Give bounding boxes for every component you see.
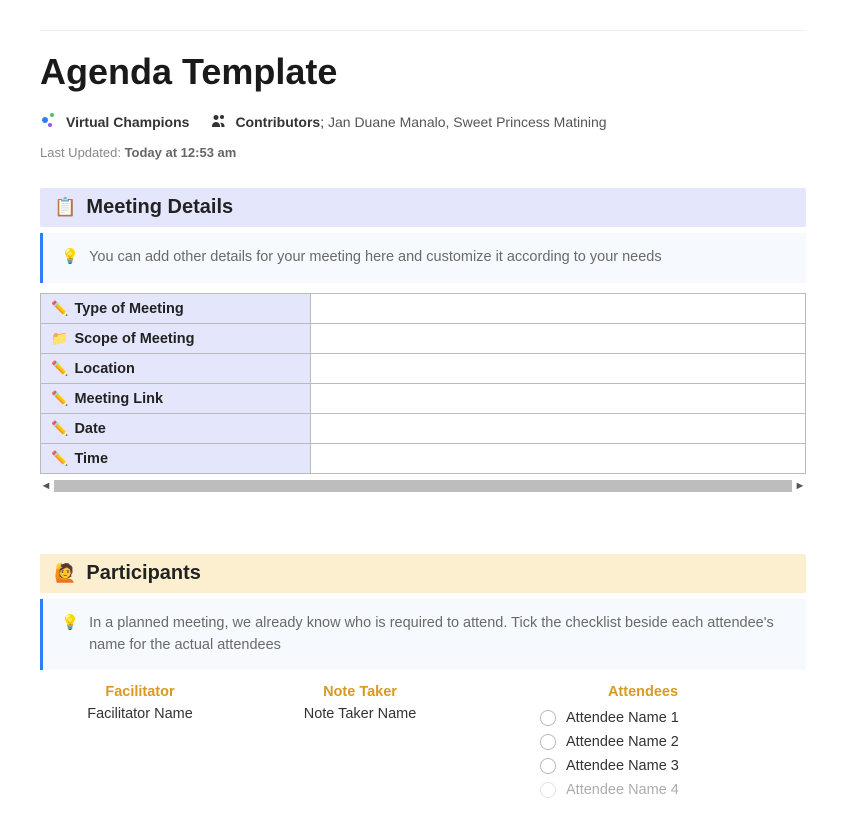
- last-updated: Last Updated: Today at 12:53 am: [40, 145, 806, 160]
- pencil-icon: ✏️: [51, 450, 68, 466]
- contributors-list[interactable]: Jan Duane Manalo, Sweet Princess Matinin…: [328, 114, 607, 130]
- attendee-checkbox[interactable]: [540, 782, 556, 798]
- note-taker-header: Note Taker: [260, 684, 460, 700]
- clipboard-icon: 📋: [54, 197, 76, 218]
- table-row: ✏️ Location: [41, 353, 806, 383]
- field-label: Location: [74, 361, 134, 377]
- attendees-column: Attendees Attendee Name 1 Attendee Name 2…: [480, 684, 806, 802]
- field-value-cell[interactable]: [311, 353, 806, 383]
- raising-hand-icon: 🙋: [54, 563, 76, 584]
- field-label: Type of Meeting: [74, 301, 183, 317]
- scroll-left-arrow[interactable]: ◄: [40, 480, 52, 492]
- attendee-row: Attendee Name 1: [540, 706, 806, 730]
- attendee-name[interactable]: Attendee Name 1: [566, 710, 679, 726]
- field-label-cell[interactable]: 📁 Scope of Meeting: [41, 323, 311, 353]
- pencil-icon: ✏️: [51, 300, 68, 316]
- facilitator-value[interactable]: Facilitator Name: [40, 706, 240, 722]
- workspace-name[interactable]: Virtual Champions: [66, 114, 189, 130]
- note-taker-value[interactable]: Note Taker Name: [260, 706, 460, 722]
- attendee-checkbox[interactable]: [540, 734, 556, 750]
- field-label-cell[interactable]: ✏️ Meeting Link: [41, 383, 311, 413]
- meeting-details-tip[interactable]: 💡 You can add other details for your mee…: [40, 233, 806, 283]
- meeting-details-tip-text: You can add other details for your meeti…: [89, 247, 662, 269]
- workspace-icon: [40, 113, 58, 131]
- attendee-name[interactable]: Attendee Name 2: [566, 734, 679, 750]
- last-updated-value: Today at 12:53 am: [125, 145, 237, 160]
- pencil-icon: ✏️: [51, 390, 68, 406]
- field-value-cell[interactable]: [311, 443, 806, 473]
- folder-icon: 📁: [51, 330, 68, 346]
- field-value-cell[interactable]: [311, 293, 806, 323]
- attendees-header: Attendees: [480, 684, 806, 700]
- top-divider: [40, 30, 806, 31]
- field-label: Scope of Meeting: [74, 331, 194, 347]
- attendee-checkbox[interactable]: [540, 758, 556, 774]
- participants-section: 🙋 Participants 💡 In a planned meeting, w…: [40, 554, 806, 803]
- note-taker-column: Note Taker Note Taker Name: [260, 684, 460, 802]
- scroll-right-arrow[interactable]: ►: [794, 480, 806, 492]
- pencil-icon: ✏️: [51, 420, 68, 436]
- table-row: 📁 Scope of Meeting: [41, 323, 806, 353]
- facilitator-column: Facilitator Facilitator Name: [40, 684, 240, 802]
- participants-header[interactable]: 🙋 Participants: [40, 554, 806, 593]
- facilitator-header: Facilitator: [40, 684, 240, 700]
- attendee-checkbox[interactable]: [540, 710, 556, 726]
- field-value-cell[interactable]: [311, 383, 806, 413]
- page-title[interactable]: Agenda Template: [40, 51, 806, 93]
- field-value-cell[interactable]: [311, 413, 806, 443]
- field-label: Meeting Link: [74, 391, 163, 407]
- field-label-cell[interactable]: ✏️ Type of Meeting: [41, 293, 311, 323]
- contributors-icon: [211, 114, 227, 131]
- table-row: ✏️ Meeting Link: [41, 383, 806, 413]
- field-value-cell[interactable]: [311, 323, 806, 353]
- last-updated-label: Last Updated:: [40, 145, 121, 160]
- bulb-icon: 💡: [61, 247, 79, 269]
- contributors-label: Contributors: [235, 114, 320, 130]
- meeting-details-section: 📋 Meeting Details 💡 You can add other de…: [40, 188, 806, 494]
- participants-title: Participants: [86, 562, 200, 585]
- attendee-row: Attendee Name 3: [540, 754, 806, 778]
- field-label-cell[interactable]: ✏️ Location: [41, 353, 311, 383]
- meta-row: Virtual Champions Contributors; Jan Duan…: [40, 113, 806, 131]
- field-label-cell[interactable]: ✏️ Date: [41, 413, 311, 443]
- meeting-details-title: Meeting Details: [86, 196, 233, 219]
- attendee-name[interactable]: Attendee Name 4: [566, 782, 679, 798]
- attendee-row: Attendee Name 2: [540, 730, 806, 754]
- table-row: ✏️ Date: [41, 413, 806, 443]
- field-label-cell[interactable]: ✏️ Time: [41, 443, 311, 473]
- table-row: ✏️ Time: [41, 443, 806, 473]
- horizontal-scrollbar[interactable]: ◄ ►: [40, 478, 806, 494]
- participants-grid: Facilitator Facilitator Name Note Taker …: [40, 684, 806, 802]
- attendee-name[interactable]: Attendee Name 3: [566, 758, 679, 774]
- meeting-details-header[interactable]: 📋 Meeting Details: [40, 188, 806, 227]
- attendee-row: Attendee Name 4: [540, 778, 806, 802]
- table-row: ✏️ Type of Meeting: [41, 293, 806, 323]
- participants-tip-text: In a planned meeting, we already know wh…: [89, 613, 788, 657]
- bulb-icon: 💡: [61, 613, 79, 635]
- participants-tip[interactable]: 💡 In a planned meeting, we already know …: [40, 599, 806, 671]
- field-label: Date: [74, 421, 105, 437]
- meeting-details-table: ✏️ Type of Meeting 📁 Scope of Meeting ✏️ Loca…: [40, 293, 806, 474]
- pencil-icon: ✏️: [51, 360, 68, 376]
- scroll-track[interactable]: [54, 480, 792, 492]
- field-label: Time: [74, 451, 108, 467]
